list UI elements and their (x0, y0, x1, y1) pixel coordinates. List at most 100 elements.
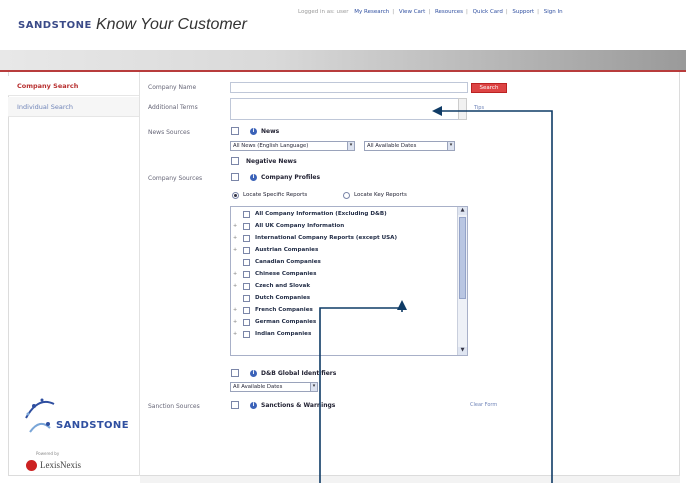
expand-icon[interactable]: + (233, 283, 237, 289)
scrollbar-thumb[interactable] (459, 217, 466, 299)
report-list-scrollbar[interactable]: ▲ ▼ (457, 207, 467, 355)
report-checkbox[interactable] (243, 319, 250, 326)
tips-link[interactable]: Tips (474, 105, 484, 111)
lexisnexis-logo-icon (26, 460, 37, 471)
tab-company-search[interactable]: Company Search (8, 76, 139, 96)
report-label: Czech and Slovak (255, 283, 311, 289)
footer-bar (140, 476, 680, 483)
news-sources-expand-checkbox[interactable] (231, 127, 239, 135)
scroll-up-icon[interactable]: ▲ (458, 207, 467, 215)
chevron-down-icon: ▾ (347, 142, 354, 150)
news-type-select[interactable]: All News (English Language) ▾ (230, 141, 355, 151)
report-label: International Company Reports (except US… (255, 235, 398, 241)
report-label: German Companies (255, 319, 317, 325)
report-label: Indian Companies (255, 331, 312, 337)
report-checkbox[interactable] (243, 331, 250, 338)
list-item[interactable]: Dutch Companies (231, 294, 457, 304)
report-checkbox[interactable] (243, 247, 250, 254)
sanctions-warnings-label: Sanctions & Warnings (261, 402, 336, 409)
locate-key-reports-label: Locate Key Reports (354, 192, 407, 198)
news-label: News (261, 128, 280, 135)
report-checkbox[interactable] (243, 307, 250, 314)
list-item[interactable]: + French Companies (231, 306, 457, 316)
list-item[interactable]: + All UK Company Information (231, 222, 457, 232)
clear-form-link[interactable]: Clear Form (470, 402, 497, 408)
scroll-down-icon[interactable]: ▼ (458, 347, 467, 355)
lexisnexis-logo-text: LexisNexis (40, 460, 81, 470)
locate-key-reports-radio[interactable] (343, 192, 350, 199)
company-sources-expand-checkbox[interactable] (231, 173, 239, 181)
nav-link-view-cart[interactable]: View Cart (399, 9, 425, 15)
sandstone-logo-text: SANDSTONE (56, 420, 129, 431)
expand-icon[interactable]: + (233, 271, 237, 277)
negative-news-checkbox[interactable] (231, 157, 239, 165)
info-icon[interactable]: i (250, 370, 257, 377)
report-label: French Companies (255, 307, 313, 313)
locate-specific-reports-label: Locate Specific Reports (243, 192, 308, 198)
report-checkbox[interactable] (243, 259, 250, 266)
report-label: Dutch Companies (255, 295, 311, 301)
expand-icon[interactable]: + (233, 223, 237, 229)
news-dates-select[interactable]: All Available Dates ▾ (364, 141, 455, 151)
app-title: Know Your Customer (96, 16, 247, 33)
expand-icon[interactable]: + (233, 247, 237, 253)
report-checkbox[interactable] (243, 295, 250, 302)
report-label: Austrian Companies (255, 247, 319, 253)
header-banner (0, 50, 686, 70)
news-dates-select-value: All Available Dates (367, 143, 417, 149)
nav-separator: | (537, 9, 540, 15)
nav-link-my-research[interactable]: My Research (354, 9, 389, 15)
sanction-sources-expand-checkbox[interactable] (231, 401, 239, 409)
report-checkbox[interactable] (243, 235, 250, 242)
brand-logo: SANDSTONE (18, 20, 92, 31)
company-name-input[interactable] (230, 82, 468, 93)
chevron-down-icon: ▾ (447, 142, 454, 150)
nav-link-support[interactable]: Support (512, 9, 534, 15)
company-sources-label: Company Sources (148, 175, 203, 182)
report-label: Canadian Companies (255, 259, 321, 265)
logged-in-user: Logged in as: user (298, 9, 349, 15)
report-checkbox[interactable] (243, 271, 250, 278)
tab-individual-search[interactable]: Individual Search (8, 97, 139, 117)
expand-icon[interactable]: + (233, 331, 237, 337)
report-checkbox[interactable] (243, 211, 250, 218)
additional-terms-input[interactable] (230, 98, 460, 120)
nav-separator: | (428, 9, 431, 15)
info-icon[interactable]: i (250, 402, 257, 409)
list-item[interactable]: + Chinese Companies (231, 270, 457, 280)
news-sources-label: News Sources (148, 129, 190, 136)
dnb-dates-select[interactable]: All Available Dates ▾ (230, 382, 318, 392)
additional-terms-label: Additional Terms (148, 104, 198, 111)
locate-specific-reports-radio[interactable] (232, 192, 239, 199)
nav-separator: | (466, 9, 468, 15)
nav-link-quick-card[interactable]: Quick Card (473, 9, 503, 15)
list-item[interactable]: + Czech and Slovak (231, 282, 457, 292)
list-item[interactable]: + Austrian Companies (231, 246, 457, 256)
expand-icon[interactable]: + (233, 307, 237, 313)
expand-icon[interactable]: + (233, 235, 237, 241)
report-checkbox[interactable] (243, 283, 250, 290)
negative-news-label: Negative News (246, 158, 297, 165)
dnb-global-identifiers-label: D&B Global Identifiers (261, 370, 337, 377)
report-checkbox[interactable] (243, 223, 250, 230)
sandstone-swirl-icon (25, 398, 55, 433)
nav-link-sign-in[interactable]: Sign In (544, 9, 563, 15)
info-icon[interactable]: i (250, 174, 257, 181)
list-item[interactable]: Canadian Companies (231, 258, 457, 268)
dnb-expand-checkbox[interactable] (231, 369, 239, 377)
list-item[interactable]: + German Companies (231, 318, 457, 328)
expand-icon[interactable]: + (233, 319, 237, 325)
search-button[interactable]: Search (471, 83, 507, 93)
info-icon[interactable]: i (250, 128, 257, 135)
list-item[interactable]: All Company Information (Excluding D&B) (231, 210, 457, 220)
header: SANDSTONE Know Your Customer Logged in a… (0, 0, 686, 50)
top-navigation: Logged in as: user My Research | View Car… (298, 9, 563, 15)
sanction-sources-label: Sanction Sources (148, 403, 200, 410)
list-item[interactable]: + Indian Companies (231, 330, 457, 340)
list-item[interactable]: + International Company Reports (except U… (231, 234, 457, 244)
report-label: All Company Information (Excluding D&B) (255, 211, 387, 217)
report-label: All UK Company Information (255, 223, 345, 229)
additional-terms-scrollbar[interactable] (458, 98, 467, 120)
nav-link-resources[interactable]: Resources (435, 9, 463, 15)
company-reports-list[interactable]: All Company Information (Excluding D&B) … (230, 206, 468, 356)
